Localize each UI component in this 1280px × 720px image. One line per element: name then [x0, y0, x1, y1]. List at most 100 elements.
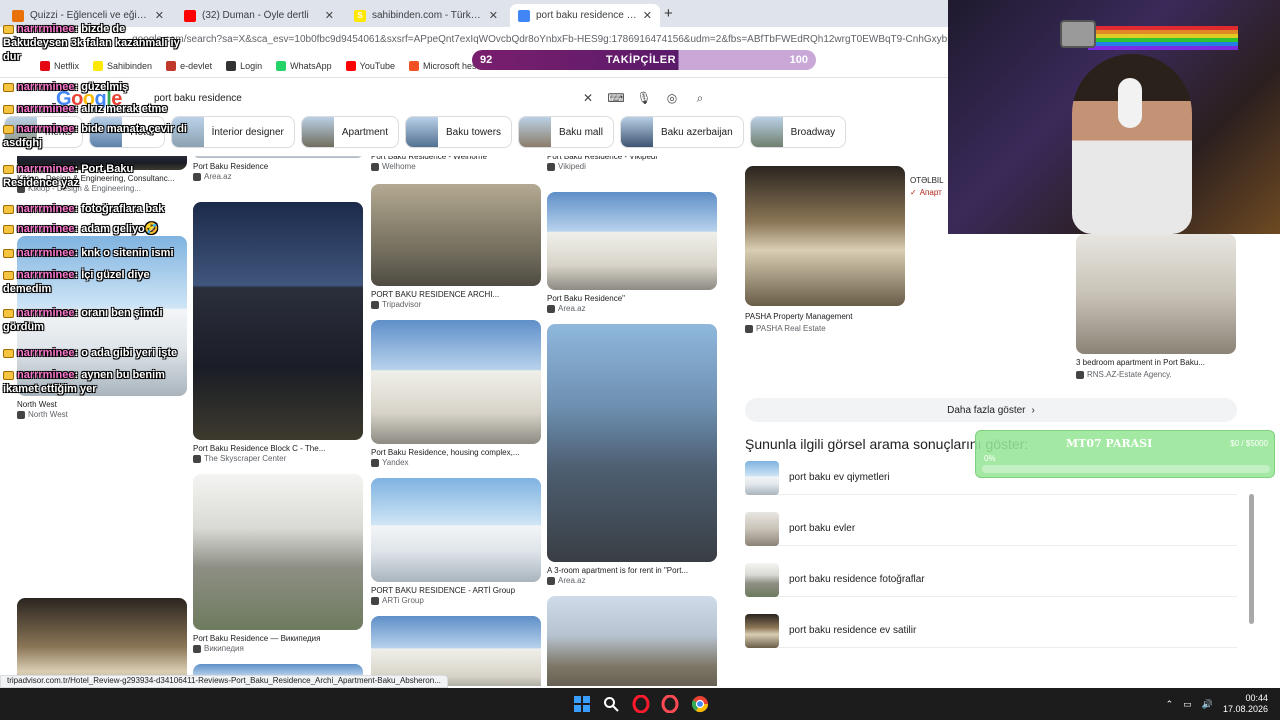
search-box[interactable]: port baku residence ✕ ⌨ 🎙 ◎ ⌕ [140, 86, 714, 110]
source-favicon-icon [547, 162, 555, 171]
close-tab-icon[interactable]: ✕ [155, 9, 164, 22]
image-result-partial[interactable]: OTƏLBIL ✓ Апарт [910, 166, 948, 206]
image-result[interactable]: Port Baku Residence — Википедия Википедия [193, 474, 363, 660]
browser-tab[interactable]: (32) Duman - Öyle dertli ✕ [176, 4, 342, 27]
url-text[interactable]: google.com/search?sa=X&sca_esv=10b0fbc9d… [132, 34, 948, 45]
image-title[interactable]: Port Baku Residence — Википедия [193, 634, 363, 643]
image-result[interactable]: PORT BAKU RESIDENCE - ARTİ Group ARTi Gro… [371, 478, 541, 612]
image-source[interactable]: Area.az [547, 576, 586, 585]
image-result[interactable]: A 3-room apartment is for rent in "Port.… [547, 324, 717, 592]
refine-chip[interactable]: Apartment [300, 116, 399, 148]
system-tray[interactable]: ⌃ ▭ 🔊 00:44 17.08.2026 [1098, 692, 1268, 716]
mic-icon[interactable]: 🎙 [630, 91, 658, 105]
search-icon[interactable] [601, 694, 621, 714]
clear-icon[interactable]: ✕ [574, 91, 602, 105]
image-result[interactable] [547, 596, 717, 686]
image-thumbnail[interactable] [371, 478, 541, 582]
image-result[interactable]: PORT BAKU RESIDENCE ARCHI... Tripadvisor [371, 184, 541, 320]
related-thumbnail [745, 562, 779, 597]
image-result[interactable]: Port Baku Residence, housing complex,...… [371, 320, 541, 474]
image-source[interactable]: ✓ Апарт [910, 188, 942, 197]
related-thumbnail [745, 613, 779, 648]
image-title[interactable]: Port Baku Residence - Vikipedi [547, 156, 717, 161]
refine-chip[interactable]: Broadway [749, 116, 847, 148]
image-title[interactable]: 3 bedroom apartment in Port Baku... [1076, 358, 1236, 367]
image-title[interactable]: OTƏLBIL [910, 176, 948, 185]
image-source[interactable]: North West [17, 410, 68, 419]
browser-tab[interactable]: Ssahibinden.com - Türkiye'nin Ö ✕ [346, 4, 506, 27]
image-title[interactable]: Port Baku Residence Block C - The... [193, 444, 363, 453]
related-label: port baku ev qiymetleri [789, 472, 890, 483]
chat-username: narrrminee [17, 81, 75, 93]
image-result[interactable]: Port Baku Residence Block C - The... The … [193, 202, 363, 478]
opera-icon[interactable] [631, 694, 651, 714]
image-result[interactable]: PASHA Property Management PASHA Real Est… [745, 166, 905, 338]
image-title[interactable]: Port Baku Residence [193, 162, 363, 171]
chrome-icon[interactable] [690, 694, 710, 714]
scrollbar[interactable] [1249, 494, 1254, 624]
chevron-up-icon[interactable]: ⌃ [1166, 699, 1174, 710]
image-thumbnail[interactable] [193, 156, 363, 158]
image-thumbnail[interactable] [547, 192, 717, 290]
show-more-button[interactable]: Daha fazla göster › [745, 398, 1237, 422]
refine-chip[interactable]: Baku mall [518, 116, 614, 148]
bookmark-item[interactable]: YouTube [345, 60, 395, 71]
image-thumbnail[interactable] [547, 596, 717, 686]
image-source[interactable]: The Skyscraper Center [193, 454, 286, 463]
image-source[interactable]: ARTi Group [371, 596, 424, 605]
related-search-item[interactable]: port baku evler [745, 511, 1237, 546]
opera-gx-icon[interactable] [660, 694, 680, 714]
network-icon[interactable]: ▭ [1183, 699, 1192, 710]
image-source[interactable]: Википедия [193, 644, 244, 653]
image-thumbnail[interactable] [17, 598, 187, 686]
related-search-item[interactable]: port baku residence fotoğraflar [745, 562, 1237, 597]
image-title[interactable]: Port Baku Residence, housing complex,... [371, 448, 541, 457]
image-title[interactable]: PASHA Property Management [745, 312, 905, 321]
related-search-item[interactable]: port baku residence ev satilir [745, 613, 1237, 648]
browser-tab[interactable]: port baku residence - Google'd ✕ [510, 4, 660, 27]
image-source[interactable]: Area.az [193, 172, 232, 181]
image-result[interactable]: Port Baku Residence" Area.az [547, 192, 717, 320]
bookmark-item[interactable]: WhatsApp [276, 60, 332, 71]
image-title[interactable]: Port Baku Residence - Welhome [371, 156, 541, 161]
image-thumbnail[interactable] [745, 166, 905, 306]
image-source[interactable]: Tripadvisor [371, 300, 421, 309]
image-source[interactable]: Welhome [371, 162, 416, 171]
image-result[interactable]: 3 bedroom apartment in Port Baku... RNS.… [1076, 234, 1236, 380]
image-thumbnail[interactable] [547, 324, 717, 562]
image-result[interactable]: Port Baku Residence - Vikipedi Vikipedi [547, 156, 717, 171]
image-result[interactable]: Port Baku Residence Area.az [193, 156, 363, 181]
close-tab-icon[interactable]: ✕ [325, 9, 334, 22]
lens-icon[interactable]: ◎ [658, 91, 686, 105]
image-source[interactable]: RNS.AZ-Estate Agency. [1076, 370, 1172, 379]
close-tab-icon[interactable]: ✕ [643, 9, 652, 22]
image-title[interactable]: Port Baku Residence" [547, 294, 717, 303]
image-source[interactable]: Area.az [547, 304, 586, 313]
chat-badge-icon [3, 204, 14, 214]
clock[interactable]: 00:44 17.08.2026 [1223, 693, 1268, 715]
bookmark-item[interactable]: Login [226, 60, 262, 71]
image-thumbnail[interactable] [1076, 234, 1236, 354]
image-thumbnail[interactable] [193, 474, 363, 630]
refine-chip[interactable]: Baku towers [405, 116, 513, 148]
chip-thumbnail [406, 117, 438, 147]
close-tab-icon[interactable]: ✕ [489, 9, 498, 22]
keyboard-icon[interactable]: ⌨ [602, 91, 630, 105]
image-title[interactable]: A 3-room apartment is for rent in "Port.… [547, 566, 717, 575]
image-thumbnail[interactable] [371, 184, 541, 286]
image-thumbnail[interactable] [193, 202, 363, 440]
search-icon[interactable]: ⌕ [686, 91, 714, 106]
image-title[interactable]: PORT BAKU RESIDENCE - ARTİ Group [371, 586, 541, 595]
refine-chip[interactable]: Baku azerbaijan [619, 116, 744, 148]
new-tab-icon[interactable]: + [664, 5, 673, 22]
image-source[interactable]: Yandex [371, 458, 409, 467]
volume-icon[interactable]: 🔊 [1202, 699, 1213, 710]
search-input[interactable]: port baku residence [140, 93, 574, 104]
image-result[interactable] [17, 598, 187, 686]
image-result[interactable]: Port Baku Residence - Welhome Welhome [371, 156, 541, 171]
image-source[interactable]: PASHA Real Estate [745, 324, 826, 333]
image-thumbnail[interactable] [371, 320, 541, 444]
image-source[interactable]: Vikipedi [547, 162, 586, 171]
image-title[interactable]: PORT BAKU RESIDENCE ARCHI... [371, 290, 541, 299]
windows-start-icon[interactable] [572, 694, 592, 714]
